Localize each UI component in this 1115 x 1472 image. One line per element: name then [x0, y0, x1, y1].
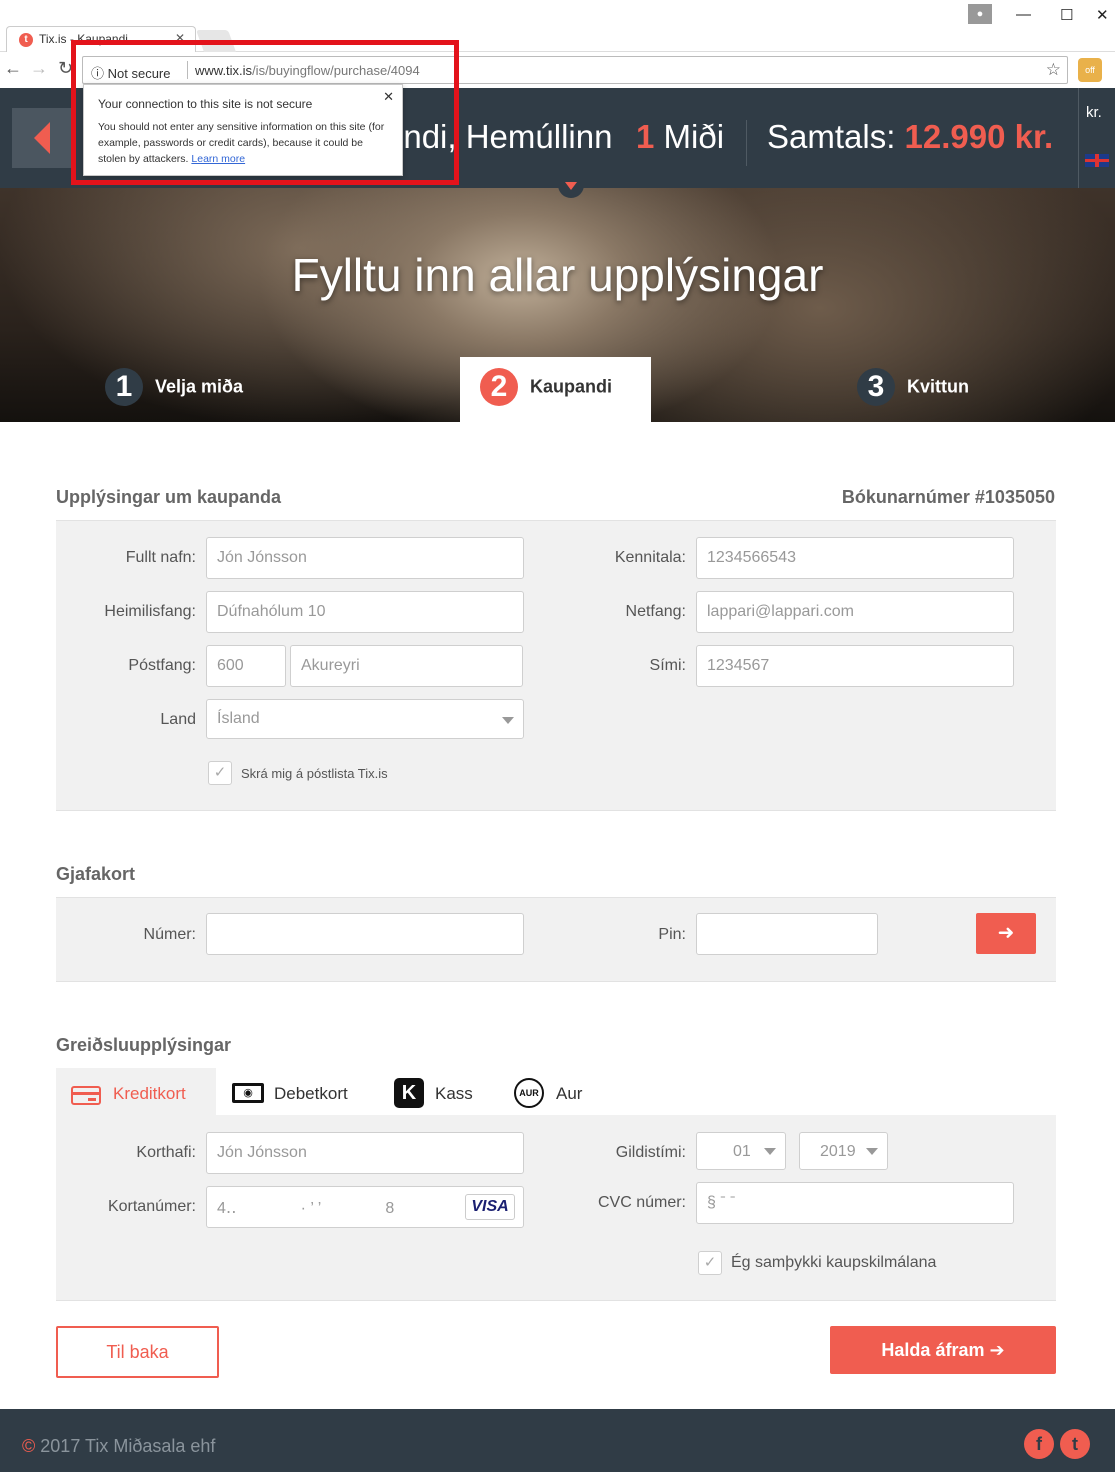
expiry-label: Gildistími:: [615, 1144, 686, 1161]
maximize-icon[interactable]: ☐: [1060, 6, 1073, 24]
step-1[interactable]: 1 Velja miða: [105, 368, 243, 410]
kennitala-label: Kennitala:: [614, 549, 686, 566]
close-window-icon[interactable]: ✕: [1096, 6, 1109, 24]
uk-flag-icon[interactable]: [1085, 154, 1109, 167]
country-label: Land: [160, 711, 196, 728]
chevron-down-icon: [866, 1148, 878, 1155]
card-number-label: Kortanúmer:: [107, 1198, 196, 1215]
language-column: kr.: [1078, 88, 1115, 188]
ticket-count: 1 Miði: [636, 118, 725, 155]
chevron-down-icon: [502, 717, 514, 724]
tix-favicon-icon: t: [19, 33, 33, 47]
aur-logo-icon: AUR: [514, 1078, 544, 1108]
email-input[interactable]: lappari@lappari.com: [696, 591, 1014, 633]
currency-switch[interactable]: kr.: [1086, 104, 1102, 121]
step-3: 3 Kvittun: [857, 368, 969, 410]
continue-button[interactable]: Halda áfram ➔: [830, 1326, 1056, 1374]
postal-code-input[interactable]: 600: [206, 645, 286, 687]
card-number-input[interactable]: 4‥ · ’ ’ 8 VISA: [206, 1186, 524, 1228]
buyer-section-title: Upplýsingar um kaupanda: [56, 487, 282, 507]
facebook-icon[interactable]: f: [1024, 1429, 1054, 1459]
cardholder-input[interactable]: Jón Jónsson: [206, 1132, 524, 1174]
payment-section-title: Greiðsluupplýsingar: [56, 1035, 232, 1055]
cvc-input[interactable]: § ˉ ˉ: [696, 1182, 1014, 1224]
forward-icon[interactable]: →: [30, 58, 48, 79]
arrow-right-icon: ➜: [997, 922, 1015, 944]
kass-logo-icon: K: [394, 1078, 424, 1108]
giftcard-submit-button[interactable]: ➜: [976, 913, 1036, 954]
cvc-label: CVC númer:: [597, 1194, 686, 1211]
mailing-list-label: Skrá mig á póstlista Tix.is: [241, 766, 388, 781]
mailing-list-checkbox[interactable]: ✓: [208, 761, 232, 785]
email-label: Netfang:: [625, 603, 686, 620]
phone-label: Sími:: [649, 657, 686, 674]
twitter-icon[interactable]: t: [1060, 1429, 1090, 1459]
terms-label: Ég samþykki kaupskilmálana: [731, 1254, 937, 1271]
profile-icon[interactable]: ●: [968, 4, 992, 24]
back-button[interactable]: Til baka: [56, 1326, 219, 1378]
name-input[interactable]: Jón Jónsson: [206, 537, 524, 579]
chevron-down-icon: [764, 1148, 776, 1155]
postal-label: Póstfang:: [128, 657, 196, 674]
extension-icon[interactable]: off: [1078, 58, 1102, 82]
banknote-icon: ◉: [232, 1083, 264, 1103]
kennitala-input[interactable]: 1234566543: [696, 537, 1014, 579]
expiry-year-select[interactable]: 2019: [799, 1132, 888, 1170]
minimize-icon[interactable]: —: [1016, 6, 1031, 23]
phone-input[interactable]: 1234567: [696, 645, 1014, 687]
giftcard-number-label: Númer:: [143, 926, 196, 943]
name-label: Fullt nafn:: [125, 549, 196, 566]
giftcard-section-title: Gjafakort: [56, 864, 136, 884]
hero-title: Fylltu inn allar upplýsingar: [291, 249, 824, 301]
credit-card-icon: [71, 1086, 101, 1105]
site-footer: © 2017 Tix Miðasala ehf f t: [0, 1409, 1115, 1472]
header-back-button[interactable]: [12, 108, 72, 168]
giftcard-number-input[interactable]: [206, 913, 524, 955]
tab-aur[interactable]: AUR Aur: [514, 1068, 594, 1116]
booking-number: Bókunarnúmer #1035050: [841, 487, 1055, 507]
city-input[interactable]: Akureyri: [290, 645, 523, 687]
step-2: 2 Kaupandi: [480, 368, 612, 410]
bookmark-star-icon[interactable]: ☆: [1046, 60, 1061, 80]
visa-icon: VISA: [465, 1194, 515, 1220]
country-select[interactable]: Ísland: [206, 699, 524, 739]
expiry-month-select[interactable]: 01: [696, 1132, 786, 1170]
giftcard-pin-input[interactable]: [696, 913, 878, 955]
tab-kass[interactable]: K Kass: [394, 1068, 484, 1116]
tab-debetkort[interactable]: ◉ Debetkort: [232, 1068, 362, 1116]
address-input[interactable]: Dúfnahólum 10: [206, 591, 524, 633]
back-icon[interactable]: ←: [4, 58, 22, 79]
order-total: Samtals: 12.990 kr.: [767, 118, 1054, 155]
terms-checkbox[interactable]: ✓: [698, 1251, 722, 1275]
copyright-icon: ©: [22, 1436, 36, 1456]
giftcard-pin-label: Pin:: [658, 926, 686, 943]
cardholder-label: Korthafi:: [136, 1144, 196, 1161]
copyright: © 2017 Tix Miðasala ehf: [22, 1436, 216, 1456]
address-label: Heimilisfang:: [104, 603, 196, 620]
hero-banner: Fylltu inn allar upplýsingar 1 Velja miða…: [0, 188, 1115, 422]
header-divider: [746, 120, 747, 166]
red-annotation-box: [71, 40, 459, 185]
tab-kreditkort[interactable]: Kreditkort: [56, 1068, 216, 1116]
